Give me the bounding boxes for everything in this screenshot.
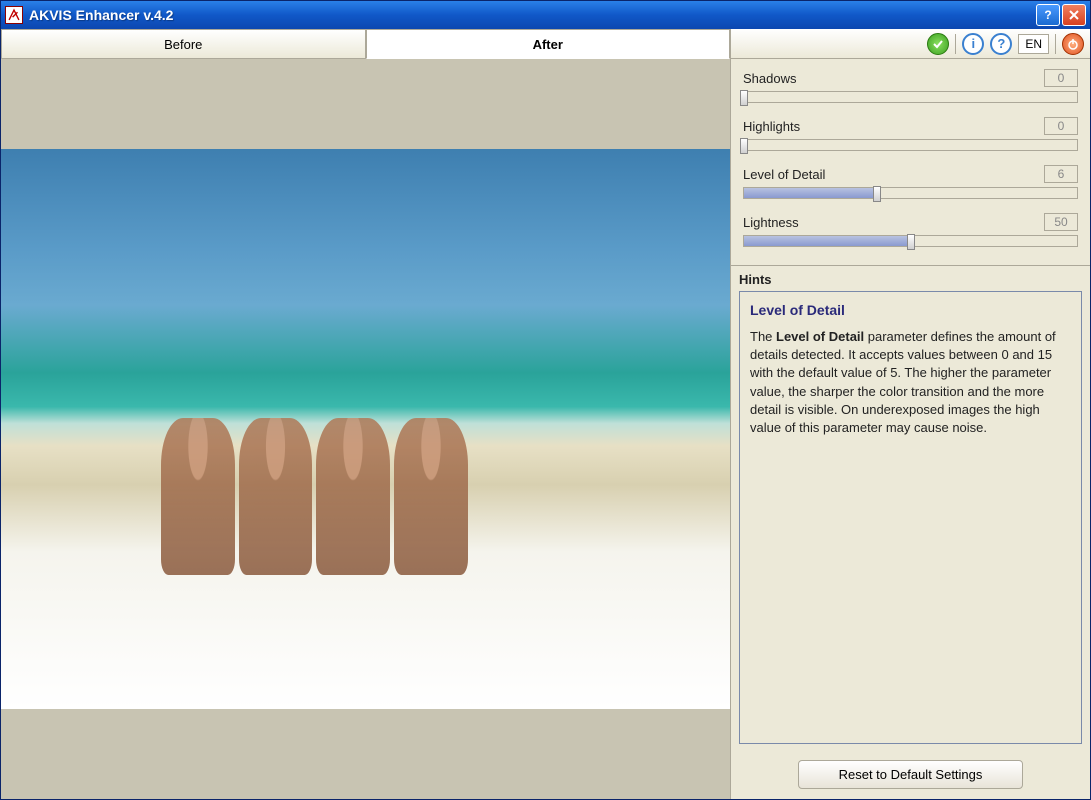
hint-body: The Level of Detail parameter defines th… xyxy=(750,328,1071,437)
param-label: Level of Detail xyxy=(743,167,825,182)
titlebar-close-button[interactable] xyxy=(1062,4,1086,26)
slider-thumb[interactable] xyxy=(873,186,881,202)
separator xyxy=(955,34,956,54)
right-pane: i ? EN Shadows 0 Highlights 0 Level of Detai… xyxy=(731,29,1090,799)
param-value[interactable]: 6 xyxy=(1044,165,1078,183)
figure xyxy=(394,418,468,575)
app-icon xyxy=(5,6,23,24)
param-row: Lightness 50 xyxy=(743,213,1078,247)
reset-area: Reset to Default Settings xyxy=(731,750,1090,799)
slider[interactable] xyxy=(743,235,1078,247)
info-icon[interactable]: i xyxy=(962,33,984,55)
param-row: Highlights 0 xyxy=(743,117,1078,151)
titlebar-help-button[interactable]: ? xyxy=(1036,4,1060,26)
hint-bold: Level of Detail xyxy=(776,329,864,344)
param-label: Highlights xyxy=(743,119,800,134)
tab-after[interactable]: After xyxy=(366,29,731,59)
titlebar-buttons: ? xyxy=(1036,4,1086,26)
image-content xyxy=(161,418,467,575)
tab-before[interactable]: Before xyxy=(1,29,366,59)
slider[interactable] xyxy=(743,187,1078,199)
hint-heading: Level of Detail xyxy=(750,302,1071,318)
param-head: Shadows 0 xyxy=(743,69,1078,87)
help-icon[interactable]: ? xyxy=(990,33,1012,55)
hints-section: Hints Level of Detail The Level of Detai… xyxy=(731,266,1090,750)
apply-icon[interactable] xyxy=(927,33,949,55)
hint-text: parameter defines the amount of details … xyxy=(750,329,1056,435)
param-row: Shadows 0 xyxy=(743,69,1078,103)
param-head: Highlights 0 xyxy=(743,117,1078,135)
language-button[interactable]: EN xyxy=(1018,34,1049,54)
slider[interactable] xyxy=(743,139,1078,151)
slider-thumb[interactable] xyxy=(740,138,748,154)
param-head: Lightness 50 xyxy=(743,213,1078,231)
tabs: Before After xyxy=(1,29,730,59)
slider[interactable] xyxy=(743,91,1078,103)
titlebar: AKVIS Enhancer v.4.2 ? xyxy=(1,1,1090,29)
figure xyxy=(239,418,313,575)
parameters-panel: Shadows 0 Highlights 0 Level of Detail 6 Light… xyxy=(731,59,1090,266)
hints-title: Hints xyxy=(739,272,1082,287)
slider-fill xyxy=(744,188,877,198)
content: Before After i xyxy=(1,29,1090,799)
image-viewport[interactable] xyxy=(1,59,730,799)
hints-box: Level of Detail The Level of Detail para… xyxy=(739,291,1082,744)
toolbar: i ? EN xyxy=(731,29,1090,59)
app-window: AKVIS Enhancer v.4.2 ? Before After xyxy=(0,0,1091,800)
slider-thumb[interactable] xyxy=(907,234,915,250)
separator xyxy=(1055,34,1056,54)
param-label: Shadows xyxy=(743,71,796,86)
reset-button[interactable]: Reset to Default Settings xyxy=(798,760,1024,789)
preview-image xyxy=(1,149,730,709)
param-value[interactable]: 0 xyxy=(1044,117,1078,135)
power-icon[interactable] xyxy=(1062,33,1084,55)
left-pane: Before After xyxy=(1,29,731,799)
window-title: AKVIS Enhancer v.4.2 xyxy=(29,7,1036,23)
param-head: Level of Detail 6 xyxy=(743,165,1078,183)
slider-thumb[interactable] xyxy=(740,90,748,106)
figure xyxy=(316,418,390,575)
param-row: Level of Detail 6 xyxy=(743,165,1078,199)
hint-text: The xyxy=(750,329,776,344)
figure xyxy=(161,418,235,575)
param-value[interactable]: 50 xyxy=(1044,213,1078,231)
param-label: Lightness xyxy=(743,215,799,230)
slider-fill xyxy=(744,236,911,246)
param-value[interactable]: 0 xyxy=(1044,69,1078,87)
